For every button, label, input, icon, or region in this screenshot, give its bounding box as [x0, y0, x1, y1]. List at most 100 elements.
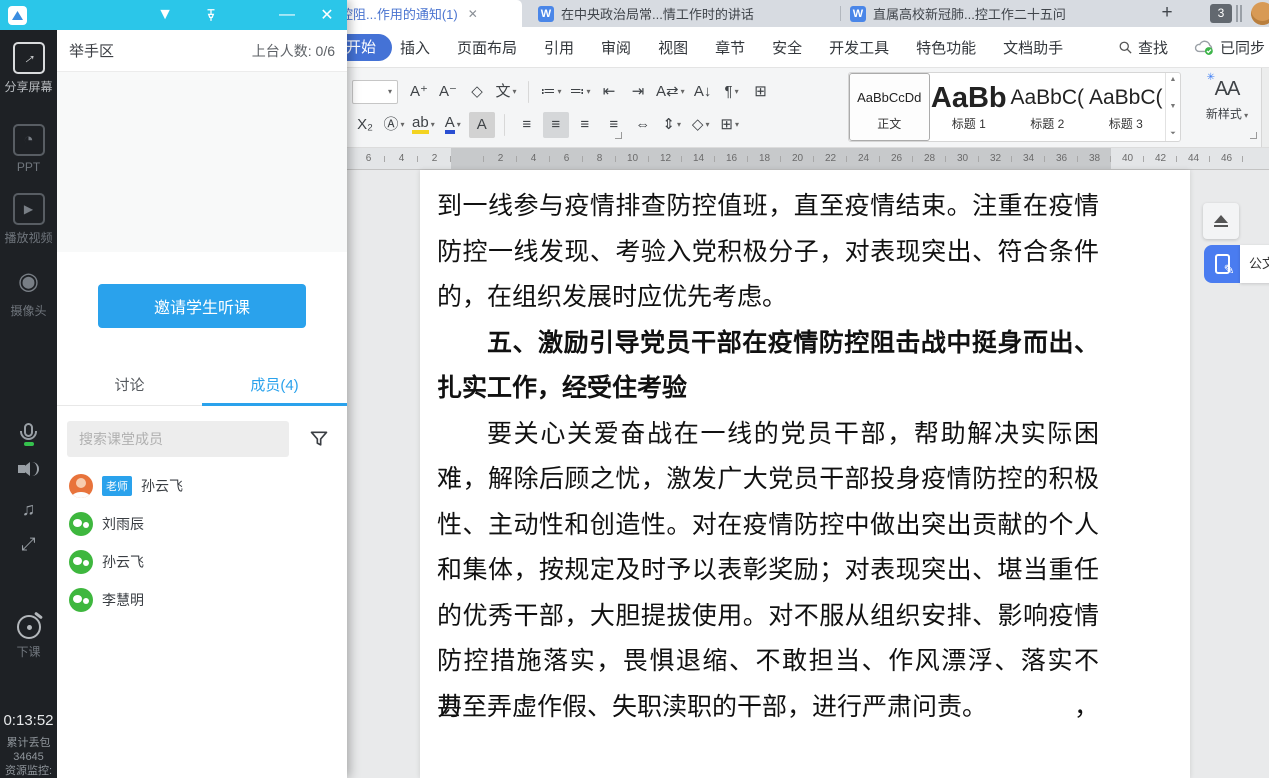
ruler-cell: 38	[1078, 148, 1111, 169]
official-doc-flyout[interactable]: 公文	[1240, 245, 1269, 283]
number-list[interactable]: ≕	[567, 79, 593, 105]
play-video-icon: ▶	[13, 193, 45, 225]
teaching-sidebar: → 分享屏幕 ◔ PPT ▶ 播放视频 ◉ 摄像头	[0, 30, 57, 778]
increase-indent[interactable]: ⇥	[625, 79, 651, 105]
speaker-toggle[interactable]	[0, 462, 57, 476]
close-tab-icon[interactable]: ✕	[468, 7, 478, 21]
sidebar-item-camera[interactable]: ◉ 摄像头	[0, 266, 57, 319]
find-menu[interactable]: 查找	[1118, 37, 1168, 58]
char-border[interactable]: Ⓐ	[381, 112, 407, 138]
char-shading[interactable]: A	[469, 112, 495, 138]
ruler-cell: 44	[1177, 148, 1210, 169]
paragraph-mark[interactable]: ¶	[719, 79, 745, 105]
fullscreen-button[interactable]: ⤢	[0, 535, 57, 553]
close-icon[interactable]: ✕	[312, 0, 342, 30]
styles-scrollbar[interactable]: ▲ ▼ ⏷	[1165, 73, 1180, 141]
teacher-avatar	[69, 474, 93, 498]
doc-tab-3-title: 直属高校新冠肺...控工作二十五问	[873, 4, 1066, 23]
menu-item[interactable]: 安全	[772, 37, 802, 58]
menu-item[interactable]: 文档助手	[1003, 37, 1063, 58]
doc-tab-3[interactable]: W 直属高校新冠肺...控工作二十五问	[840, 0, 1145, 27]
member-search-input[interactable]: 搜索课堂成员	[67, 421, 289, 457]
menu-item[interactable]: 开发工具	[829, 37, 889, 58]
line-spacing[interactable]: ⇕	[659, 112, 685, 138]
user-avatar[interactable]	[1251, 2, 1269, 25]
chevron-down-icon[interactable]: ▼	[150, 0, 180, 30]
panel-titlebar[interactable]: ▼ — ✕	[0, 0, 347, 30]
new-style-button[interactable]: 新样式	[1194, 78, 1260, 122]
ruler-cell	[451, 148, 484, 169]
music-button[interactable]: ♫	[0, 500, 57, 518]
font-color[interactable]: A	[440, 112, 466, 138]
menu-item[interactable]: 章节	[715, 37, 745, 58]
message-count-badge[interactable]: 3	[1210, 4, 1232, 23]
align-left[interactable]: ≡	[514, 112, 540, 138]
document-line: 五、激励引导党员干部在疫情防控阻击战中挺身而出、	[437, 321, 1099, 367]
member-row[interactable]: 李慧明	[57, 581, 347, 619]
member-row[interactable]: 刘雨辰	[57, 505, 347, 543]
document-line: 防控一线发现、考验入党积极分子，对表现突出、符合条件	[437, 230, 1099, 276]
highlight[interactable]: ab	[410, 112, 437, 138]
menu-item[interactable]: 审阅	[601, 37, 631, 58]
group-corner-mark	[615, 132, 622, 139]
member-row-teacher[interactable]: 老师 孙云飞	[57, 467, 347, 505]
microphone-toggle[interactable]	[0, 423, 57, 446]
menu-item[interactable]: 插入	[400, 37, 430, 58]
decrease-indent[interactable]: ⇤	[596, 79, 622, 105]
ruler-cell: 22	[814, 148, 847, 169]
end-class-button[interactable]: 下课	[0, 615, 57, 660]
shading-fill[interactable]: ◇	[688, 112, 714, 138]
classroom-panel: ▼ — ✕ → 分享屏幕 ◔ PPT ▶ 播放视频	[0, 0, 347, 778]
wechat-avatar	[69, 512, 93, 536]
sidebar-item-play-video[interactable]: ▶ 播放视频	[0, 193, 57, 246]
document-page[interactable]: 到一线参与疫情排查防控值班，直至疫情结束。注重在疫情防控一线发现、考验入党积极分…	[420, 170, 1190, 778]
doc-tab-2[interactable]: W 在中央政治局常...情工作时的讲话	[528, 0, 836, 27]
menu-item[interactable]: 引用	[544, 37, 574, 58]
minimize-icon[interactable]: —	[272, 0, 302, 30]
justify[interactable]: ≡	[601, 112, 627, 138]
pin-icon[interactable]	[196, 0, 226, 30]
class-timer: 0:13:52	[0, 712, 57, 729]
sidebar-item-share-screen[interactable]: → 分享屏幕	[0, 42, 57, 95]
invite-students-button[interactable]: 邀请学生听课	[98, 284, 306, 328]
app-logo-icon	[8, 6, 27, 25]
tab-discussion[interactable]: 讨论	[57, 364, 202, 405]
bullet-list[interactable]: ≔	[538, 79, 564, 105]
font-size-select[interactable]	[352, 80, 398, 104]
sync-status[interactable]: 已同步	[1194, 37, 1265, 58]
insert-table[interactable]: ⊞	[748, 79, 774, 105]
borders[interactable]: ⊞	[717, 112, 743, 138]
speaker-icon	[18, 462, 39, 476]
phonetic-guide[interactable]: 文	[493, 79, 519, 105]
sort[interactable]: A↓	[690, 79, 716, 105]
scroll-down-icon[interactable]: ▼	[1170, 103, 1177, 110]
collapse-toolbar-button[interactable]	[1203, 203, 1239, 239]
official-doc-assistant-button[interactable]	[1204, 245, 1240, 283]
align-center[interactable]: ≡	[543, 112, 569, 138]
scroll-up-icon[interactable]: ▲	[1170, 76, 1177, 83]
member-row[interactable]: 孙云飞	[57, 543, 347, 581]
more-styles-icon[interactable]: ⏷	[1170, 130, 1176, 138]
camera-icon: ◉	[18, 270, 39, 294]
menu-item[interactable]: 视图	[658, 37, 688, 58]
ruler-cell: 8	[583, 148, 616, 169]
subscript[interactable]: X₂	[352, 112, 378, 138]
decrease-font[interactable]: A⁻	[435, 79, 461, 105]
sidebar-item-ppt[interactable]: ◔ PPT	[0, 124, 57, 174]
menu-item[interactable]: 特色功能	[916, 37, 976, 58]
distribute[interactable]: ⇔	[630, 112, 656, 138]
new-tab-button[interactable]: +	[1152, 0, 1182, 27]
ruler-cell: 36	[1045, 148, 1078, 169]
doc-tab-1[interactable]: 控阻...作用的通知(1) ✕	[330, 0, 522, 27]
clear-format[interactable]: ◇	[464, 79, 490, 105]
align-right[interactable]: ≡	[572, 112, 598, 138]
menu-item[interactable]: 页面布局	[457, 37, 517, 58]
char-scale[interactable]: A⇄	[654, 79, 687, 105]
tab-members[interactable]: 成员(4)	[202, 364, 347, 405]
styles-gallery: AaBbCcDd 正文 AaBb 标题 1 AaBbC( 标题 2	[848, 72, 1181, 142]
member-name: 孙云飞	[141, 476, 183, 496]
filter-funnel-icon[interactable]	[309, 429, 329, 449]
ppt-icon: ◔	[13, 124, 45, 156]
ruler-cell: 2	[484, 148, 517, 169]
increase-font[interactable]: A⁺	[406, 79, 432, 105]
